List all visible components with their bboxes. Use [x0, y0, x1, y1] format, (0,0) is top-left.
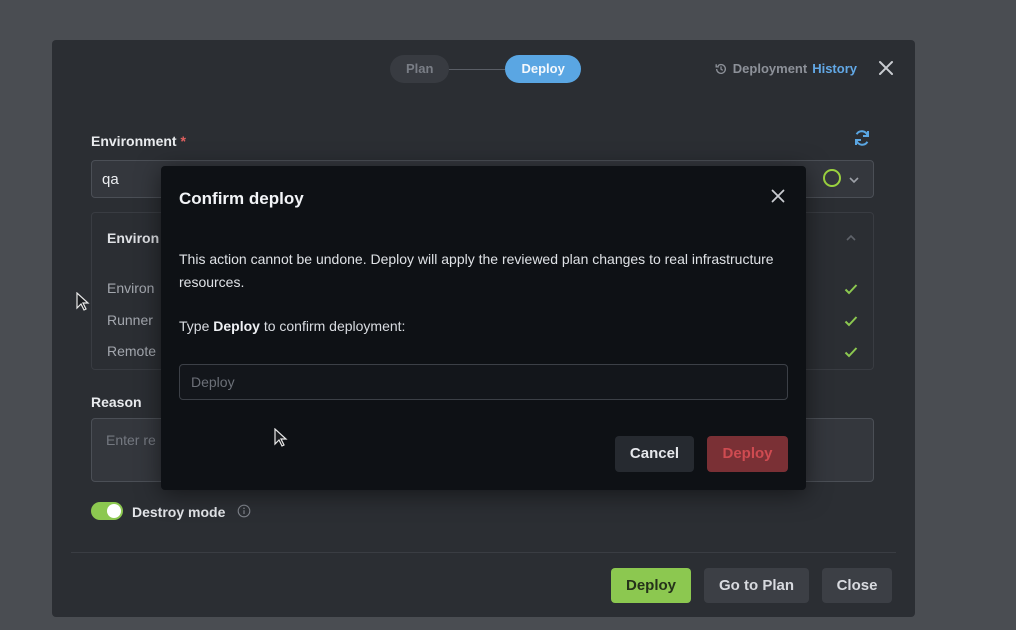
- stepper: Plan Deploy: [390, 55, 581, 83]
- check-row-label: Environ: [107, 280, 155, 296]
- check-row-label: Runner: [107, 312, 153, 328]
- prompt-keyword: Deploy: [213, 318, 260, 334]
- close-button[interactable]: Close: [822, 568, 892, 603]
- dialog-title: Confirm deploy: [179, 189, 304, 208]
- step-deploy[interactable]: Deploy: [505, 55, 581, 83]
- close-icon[interactable]: [877, 59, 895, 77]
- status-ring-icon: [823, 169, 841, 187]
- mouse-cursor-icon: [274, 428, 288, 447]
- history-icon: [715, 63, 726, 74]
- chevron-down-icon: [849, 177, 859, 184]
- checks-title: Environ: [107, 230, 160, 246]
- info-icon[interactable]: [237, 504, 251, 518]
- close-icon[interactable]: [770, 188, 786, 204]
- deploy-button[interactable]: Deploy: [611, 568, 691, 603]
- confirm-text-input[interactable]: [179, 364, 788, 400]
- refresh-icon[interactable]: [852, 128, 872, 148]
- check-row-label: Remote: [107, 343, 157, 359]
- environment-label-text: Environment: [91, 133, 177, 149]
- mouse-cursor-icon: [76, 292, 90, 311]
- deployment-history-link[interactable]: Deployment History: [714, 61, 857, 76]
- check-icon: [844, 347, 858, 358]
- prompt-suffix: to confirm deployment:: [263, 318, 406, 334]
- go-to-plan-button[interactable]: Go to Plan: [704, 568, 809, 603]
- cancel-button[interactable]: Cancel: [615, 436, 694, 472]
- step-connector: [449, 68, 506, 70]
- history-prefix: Deployment: [732, 61, 808, 76]
- required-mark: *: [180, 133, 186, 149]
- dialog-prompt: Type Deploy to confirm deployment:: [179, 318, 405, 334]
- environment-value: qa: [102, 171, 119, 188]
- footer-divider: [71, 552, 896, 553]
- destroy-mode-label: Destroy mode: [132, 504, 226, 520]
- destroy-mode-toggle[interactable]: [91, 502, 123, 520]
- chevron-up-icon[interactable]: [844, 231, 858, 245]
- dialog-message: This action cannot be undone. Deploy wil…: [179, 251, 774, 290]
- prompt-prefix: Type: [179, 318, 210, 334]
- check-icon: [844, 316, 858, 327]
- history-highlight: History: [812, 61, 857, 76]
- reason-placeholder: Enter re: [106, 432, 156, 448]
- environment-label: Environment *: [91, 133, 186, 149]
- check-icon: [844, 284, 858, 295]
- toggle-knob: [107, 504, 121, 518]
- step-plan[interactable]: Plan: [390, 55, 450, 83]
- confirm-deploy-dialog: Confirm deploy This action cannot be und…: [161, 166, 806, 490]
- confirm-deploy-button[interactable]: Deploy: [707, 436, 788, 472]
- reason-label: Reason: [91, 394, 142, 410]
